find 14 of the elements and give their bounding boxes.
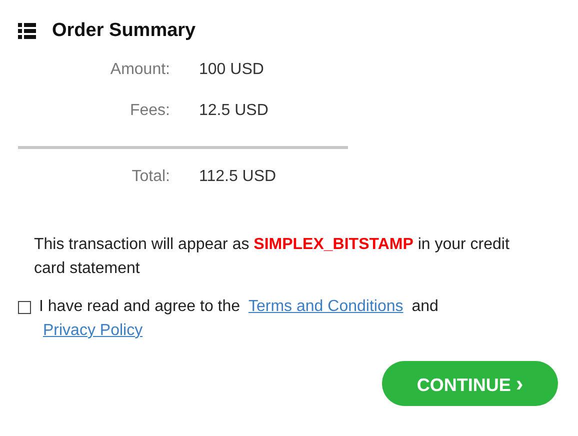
policy-link[interactable]: Terms and Conditions — [248, 298, 404, 315]
order-summary-title: Order Summary — [52, 20, 196, 42]
total-value: 112.5 USD — [199, 168, 276, 186]
summary-value: 12.5 USD — [199, 102, 268, 120]
statement-notice: This transaction will appear as SIMPLEX_BITSTAMP in your credit card statement — [34, 235, 510, 279]
list-icon — [18, 23, 36, 39]
policy-link[interactable]: Privacy Policy — [43, 322, 143, 339]
summary-label: Fees: — [128, 102, 170, 120]
summary-value: 100 USD — [199, 61, 264, 79]
total-label: Total: — [130, 168, 170, 186]
agree-checkbox[interactable] — [18, 301, 31, 314]
summary-label: Amount: — [109, 61, 170, 79]
continue-button[interactable]: CONTINUE › — [382, 361, 558, 406]
agreement-text: I have read and agree to the Terms and Conditions and Privacy Policy — [39, 297, 440, 341]
